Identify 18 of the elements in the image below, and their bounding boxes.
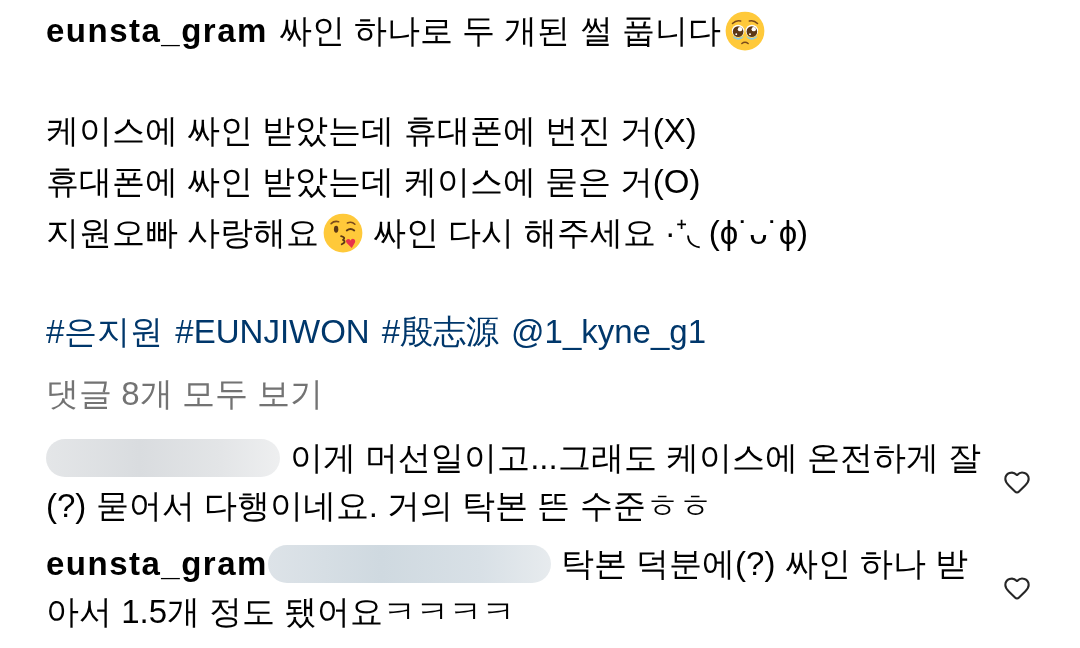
caption-text: 케이스에 싸인 받았는데 휴대폰에 번진 거(X)	[46, 111, 697, 151]
username-link[interactable]: eunsta_gram	[46, 5, 268, 56]
comment-text: 아서 1.5개 정도 됐어요ㅋㅋㅋㅋ	[46, 592, 516, 633]
kissing-face-emoji-icon	[323, 212, 364, 253]
caption-text: 휴대폰에 싸인 받았는데 케이스에 묻은 거(O)	[46, 162, 701, 202]
tag-link[interactable]: @1_kyne_g1	[511, 306, 707, 357]
tag-link[interactable]: #EUNJIWON	[175, 306, 370, 357]
tag-link[interactable]: #은지원	[46, 306, 164, 357]
username-link[interactable]: eunsta_gram	[46, 539, 268, 589]
tag-link[interactable]: #殷志源	[381, 306, 500, 357]
view-all-comments-link[interactable]: 댓글 8개 모두 보기	[46, 375, 323, 412]
caption-text: 싸인 다시 해주세요 ·⁺◟ (ϕ˙ᴗ˙ϕ)	[373, 213, 809, 253]
comment-text: (?) 묻어서 다행이네요. 거의 탁본 뜬 수준ㅎㅎ	[46, 486, 712, 527]
teary-face-emoji-icon	[724, 10, 765, 51]
comment-text: 탁본 덕분에(?) 싸인 하나 받	[560, 544, 968, 585]
caption-text: 지원오빠 사랑해요	[46, 213, 320, 253]
comment-text: 이게 머선일이고...그래도 케이스에 온전하게 잘	[290, 438, 982, 479]
caption-text: 싸인 하나로 두 개된 썰 풉니다	[278, 11, 721, 51]
